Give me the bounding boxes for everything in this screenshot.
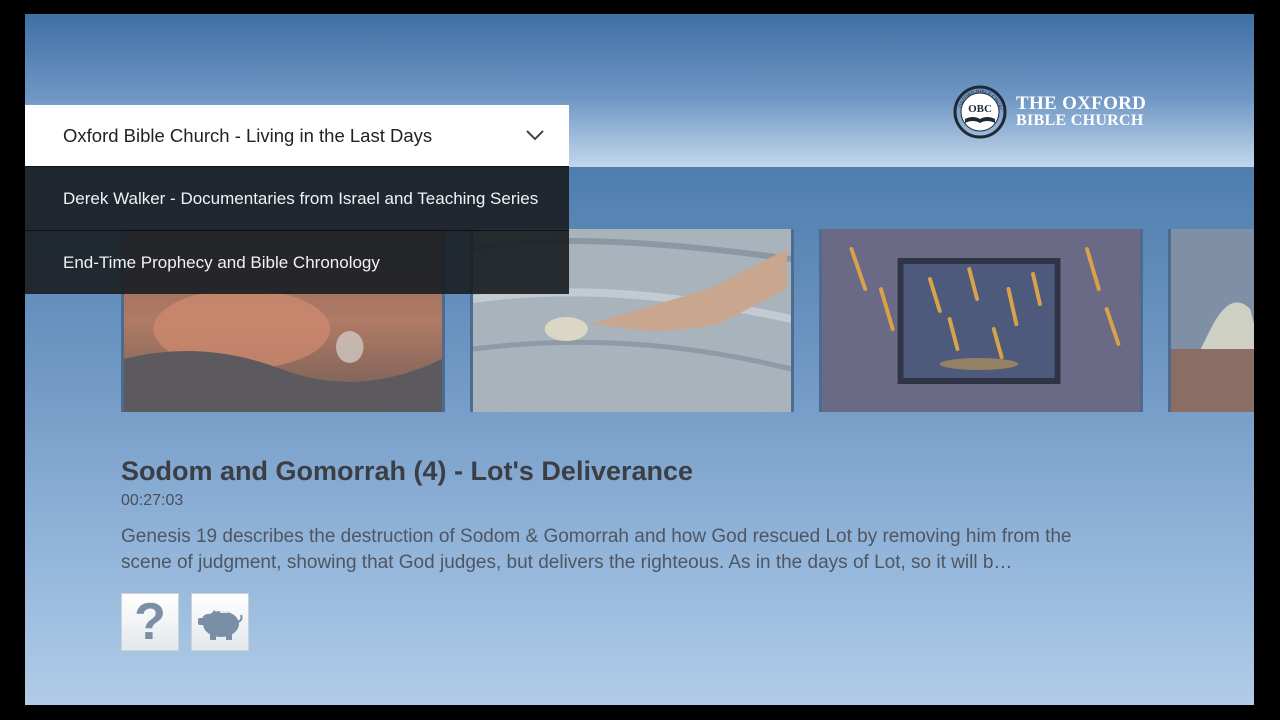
selected-channel-label: Oxford Bible Church - Living in the Last…: [63, 124, 433, 146]
salt-rock-image: [1171, 229, 1254, 412]
channel-option-label: End-Time Prophecy and Bible Chronology: [63, 252, 380, 272]
chevron-down-icon: [526, 130, 544, 141]
church-name-line1: THE OXFORD: [1016, 93, 1147, 114]
question-mark-icon: ?: [134, 593, 166, 651]
donate-button[interactable]: [191, 593, 249, 651]
tv-screen: OBC OXFORD BIBLE CHURCH THE OXFORD BIBLE…: [25, 14, 1254, 705]
emblem-initials: OBC: [968, 103, 992, 115]
fire-rain-image: [822, 229, 1140, 412]
video-description: Genesis 19 describes the destruction of …: [121, 526, 1072, 573]
channel-option-end-time-prophecy[interactable]: End-Time Prophecy and Bible Chronology: [25, 230, 569, 294]
channel-dropdown[interactable]: Oxford Bible Church - Living in the Last…: [25, 105, 569, 294]
channel-option-label: Derek Walker - Documentaries from Israel…: [63, 188, 539, 208]
church-name-line2: BIBLE CHURCH: [1016, 112, 1144, 129]
video-title: Sodom and Gomorrah (4) - Lot's Deliveran…: [121, 456, 694, 486]
church-logo: OBC OXFORD BIBLE CHURCH THE OXFORD BIBLE…: [953, 84, 1146, 140]
piggy-bank-icon: [198, 610, 243, 640]
video-thumbnail-4[interactable]: [1168, 229, 1254, 412]
church-emblem-icon: OBC OXFORD BIBLE CHURCH: [953, 85, 1007, 139]
church-name: THE OXFORD BIBLE CHURCH: [1016, 93, 1147, 129]
video-duration: 00:27:03: [121, 492, 184, 509]
channel-dropdown-selected[interactable]: Oxford Bible Church - Living in the Last…: [25, 105, 569, 166]
help-button[interactable]: ?: [121, 593, 179, 651]
channel-option-derek-walker[interactable]: Derek Walker - Documentaries from Israel…: [25, 166, 569, 230]
video-thumbnail-3[interactable]: [819, 229, 1143, 412]
